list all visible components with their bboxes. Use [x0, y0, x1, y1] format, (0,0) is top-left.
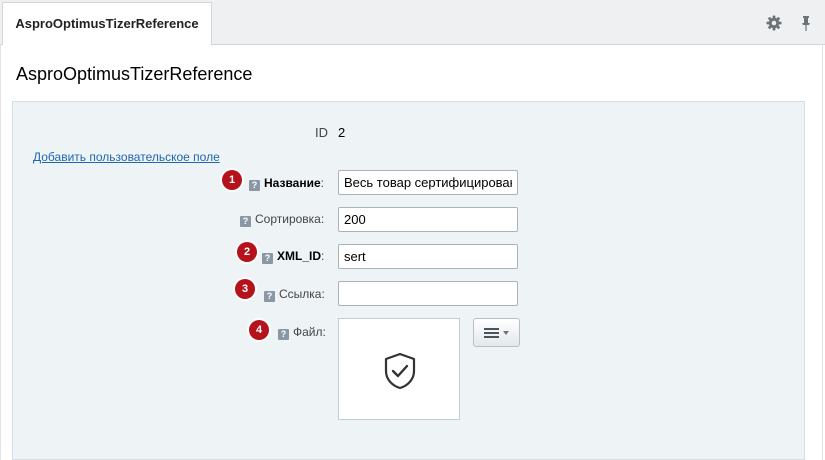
name-input[interactable] [338, 170, 518, 195]
tab-bar: AsproOptimusTizerReference [0, 0, 825, 45]
callout-badge-1: 1 [222, 170, 242, 190]
help-icon[interactable]: ? [240, 216, 251, 227]
file-preview[interactable] [338, 318, 460, 420]
help-icon[interactable]: ? [249, 180, 260, 191]
help-icon[interactable]: ? [264, 291, 275, 302]
label-colon: : [321, 249, 325, 263]
id-label: ID [315, 125, 328, 140]
label-text: Сортировка [255, 212, 321, 226]
label-colon: : [320, 176, 324, 190]
label-text: XML_ID [277, 249, 322, 263]
file-menu-button[interactable] [473, 318, 520, 347]
menu-dropdown-icon [484, 328, 509, 338]
add-user-field-link[interactable]: Добавить пользовательское поле [33, 150, 220, 164]
id-value: 2 [338, 125, 346, 140]
xml-id-input[interactable] [338, 244, 518, 269]
link-input[interactable] [338, 281, 518, 306]
callout-badge-2: 2 [237, 242, 257, 262]
help-icon[interactable]: ? [262, 253, 273, 264]
label-text: Название [264, 176, 321, 190]
callout-badge-4: 4 [249, 320, 269, 340]
label-colon: : [322, 325, 326, 339]
sort-input[interactable] [338, 207, 518, 232]
page-title: AsproOptimusTizerReference [16, 64, 253, 84]
help-icon[interactable]: ? [278, 329, 289, 340]
field-label-xml-id: ? XML_ID: [262, 249, 324, 264]
field-label-link: ? Ссылка: [264, 287, 325, 302]
tab-aspro-optimus-tizer-reference[interactable]: AsproOptimusTizerReference [2, 2, 212, 45]
field-label-name: ? Название: [249, 176, 324, 191]
field-label-file: ? Файл: [278, 325, 326, 340]
label-text: Файл [293, 325, 323, 339]
label-colon: : [321, 287, 325, 301]
callout-badge-3: 3 [235, 279, 255, 299]
field-label-sort: ? Сортировка: [240, 212, 324, 227]
label-text: Ссылка [279, 287, 322, 301]
shield-check-icon [384, 352, 416, 390]
label-colon: : [320, 212, 325, 226]
pin-icon[interactable] [797, 14, 815, 32]
gear-icon[interactable] [765, 14, 783, 32]
